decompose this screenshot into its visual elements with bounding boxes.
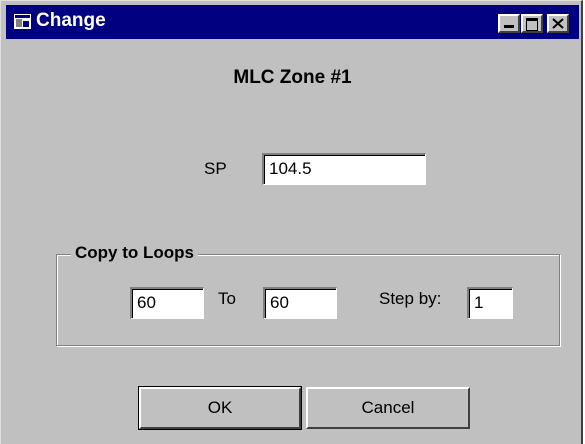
change-dialog: Change MLC Zone #1 SP 104.5 Copy to Loop… (0, 0, 583, 444)
loop-from-input[interactable]: 60 (130, 287, 204, 319)
minimize-icon[interactable] (498, 14, 520, 33)
cancel-button[interactable]: Cancel (306, 387, 470, 429)
step-by-input[interactable]: 1 (467, 287, 513, 319)
loop-to-input[interactable]: 60 (263, 287, 337, 319)
sp-input[interactable]: 104.5 (262, 153, 426, 185)
sp-label: SP (204, 159, 227, 178)
app-window-icon (14, 14, 31, 29)
title-bar[interactable]: Change (6, 5, 579, 39)
close-icon[interactable] (547, 14, 569, 33)
ok-button[interactable]: OK (138, 386, 302, 430)
window-title: Change (36, 10, 106, 31)
zone-heading: MLC Zone #1 (233, 67, 352, 88)
maximize-icon[interactable] (521, 14, 543, 33)
copy-to-loops-label: Copy to Loops (71, 243, 198, 263)
to-label: To (218, 289, 236, 308)
step-by-label: Step by: (379, 289, 442, 308)
